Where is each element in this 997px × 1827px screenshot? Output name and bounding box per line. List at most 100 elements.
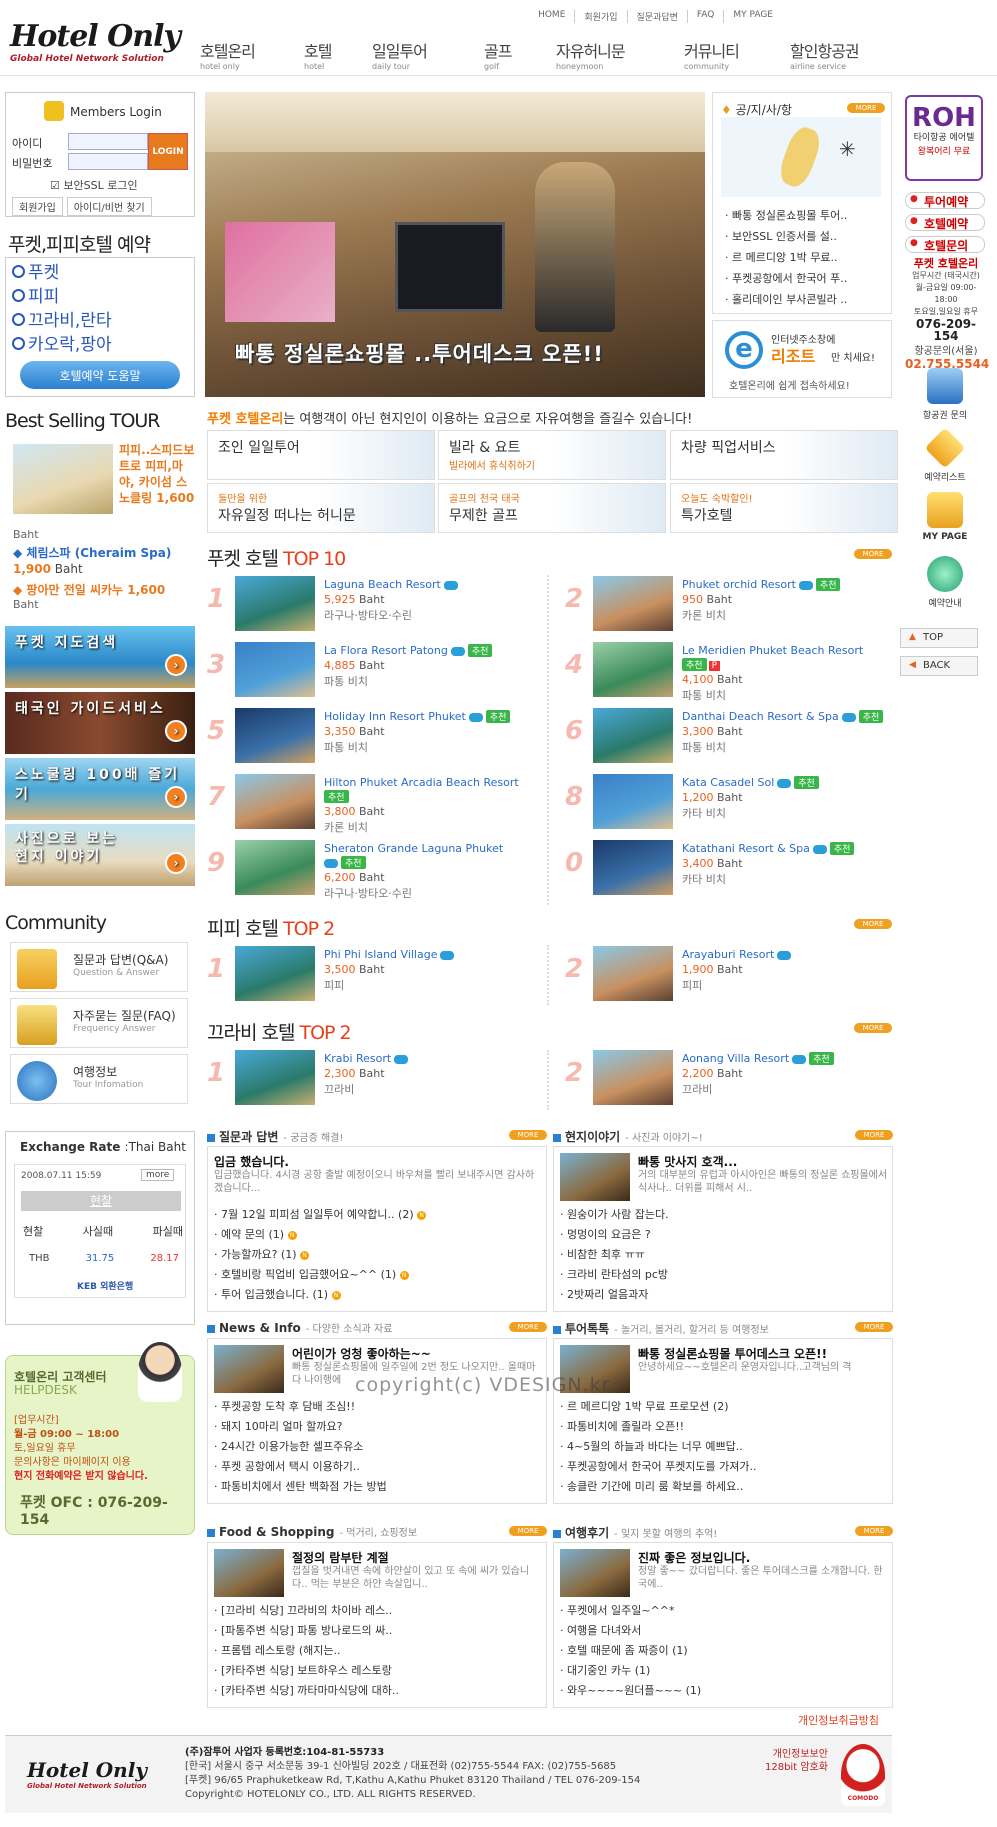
board-item[interactable]: [끄라비 식당] 끄라비의 차이바 레스.. xyxy=(214,1601,540,1621)
board-title[interactable]: 질문과 답변 - 궁금증 해결! xyxy=(207,1128,547,1144)
util-qa-link[interactable]: 질문과답변 xyxy=(626,10,687,23)
banner-guide-service[interactable]: 태국인 가이드서비스 › xyxy=(5,692,195,754)
best-tour-1[interactable]: 피피..스피드보트로 피피,마야, 카이섬 스노클링 1,600 xyxy=(119,442,195,506)
hotel-photo[interactable] xyxy=(593,840,673,895)
banner-snorkeling[interactable]: 스노쿨링 100배 즐기기 › xyxy=(5,758,195,820)
comodo-seal[interactable]: COMODO xyxy=(841,1744,885,1806)
hotel-item[interactable]: 6 Danthai Deach Resort & Spa 추천 3,300 Baht 파… xyxy=(565,708,905,766)
hotel-item[interactable]: 2 Aonang Villa Resort 추천 2,200 Baht 끄라비 xyxy=(565,1050,905,1108)
join-link[interactable]: 회원가입 xyxy=(12,197,63,216)
hotel-item[interactable]: 9 Sheraton Grande Laguna Phuket 추천 6,200 Ba… xyxy=(207,840,547,900)
reserve-help-button[interactable]: 호텔예약 도움말 xyxy=(20,361,180,389)
board-item[interactable]: 송클란 기간에 미리 룸 확보를 하세요.. xyxy=(560,1477,886,1497)
nav-hotelonly[interactable]: 호텔온리 hotel only xyxy=(200,38,304,71)
id-input[interactable] xyxy=(68,133,148,150)
login-button[interactable]: LOGIN xyxy=(148,133,188,170)
hotel-name[interactable]: Laguna Beach Resort xyxy=(324,578,458,591)
hotel-photo[interactable] xyxy=(235,1050,315,1105)
hotel-item[interactable]: 4 Le Meridien Phuket Beach Resort 추천 P 4,100… xyxy=(565,642,905,702)
reservation-list-link[interactable]: 예약리스트 xyxy=(910,427,980,483)
board-item[interactable]: [파통주변 식당] 파통 방나로드의 싸.. xyxy=(214,1621,540,1641)
board-more-button[interactable]: MORE xyxy=(855,1526,893,1536)
board-item[interactable]: 프롬텝 레스토랑 (해지는.. xyxy=(214,1641,540,1661)
scroll-top-button[interactable]: ▲ TOP xyxy=(900,628,978,648)
reserve-khaolak-link[interactable]: 카오락,팡아 xyxy=(12,334,194,357)
reservation-guide-link[interactable]: 예약안내 xyxy=(910,556,980,609)
board-item[interactable]: 호텔비랑 픽업비 입금했어요~^^ (1) N xyxy=(214,1265,540,1285)
password-input[interactable] xyxy=(68,153,148,170)
hotel-photo[interactable] xyxy=(235,708,315,763)
board-item[interactable]: 원숭이가 사람 잡는다. xyxy=(560,1205,886,1225)
nav-hotel[interactable]: 호텔 hotel xyxy=(304,38,372,71)
service-join-tour[interactable]: 조인 일일투어 xyxy=(207,430,435,480)
board-item[interactable]: 4~5월의 하늘과 바다는 너무 예쁘답.. xyxy=(560,1437,886,1457)
board-item[interactable]: 푸켓 공항에서 택시 이용하기.. xyxy=(214,1457,540,1477)
reserve-phiphi-link[interactable]: 피피 xyxy=(12,286,194,309)
banner-map-search[interactable]: 푸켓 지도검색 › xyxy=(5,626,195,688)
service-special-hotel[interactable]: 오늘도 숙박할인! 특가호텔 xyxy=(670,483,898,533)
krabi-more-button[interactable]: MORE xyxy=(854,1023,892,1033)
board-title[interactable]: Food & Shopping - 먹거리, 쇼핑정보 xyxy=(207,1524,547,1540)
board-more-button[interactable]: MORE xyxy=(855,1130,893,1140)
best-tour-2[interactable]: ◆ 체림스파 (Cheraim Spa) xyxy=(13,544,171,561)
hotel-name[interactable]: Phuket orchid Resort 추천 xyxy=(682,578,841,591)
hotel-photo[interactable] xyxy=(235,774,315,829)
board-item[interactable]: 24시간 이용가능한 셀프주유소 xyxy=(214,1437,540,1457)
board-item[interactable]: 7월 12일 피피섬 일일투어 예약합니.. (2) N xyxy=(214,1205,540,1225)
board-item[interactable]: 푸켓공항 도착 후 담배 조심!! xyxy=(214,1397,540,1417)
hotel-photo[interactable] xyxy=(593,576,673,631)
board-title[interactable]: 투어톡톡 - 놀거리, 볼거리, 할거리 등 여행정보 xyxy=(553,1320,893,1336)
hotel-name[interactable]: Arayaburi Resort xyxy=(682,948,792,961)
board-item[interactable]: 여행을 다녀와서 xyxy=(560,1621,886,1641)
tour-reserve-button[interactable]: 투어예약 xyxy=(905,192,985,209)
board-item[interactable]: 파통비치에 졸릴라 오픈!! xyxy=(560,1417,886,1437)
board-item[interactable]: 푸켓에서 일주일~^^* xyxy=(560,1601,886,1621)
board-item[interactable]: 르 메르디앙 1박 무료 프로모션 (2) xyxy=(560,1397,886,1417)
hotel-photo[interactable] xyxy=(593,642,673,697)
resort-url-banner[interactable]: e 인터넷주소창에 리조트 만 치세요! 호텔온리에 쉽게 접속하세요! xyxy=(712,320,892,398)
board-more-button[interactable]: MORE xyxy=(509,1322,547,1332)
hotel-photo[interactable] xyxy=(593,1050,673,1105)
airline-inquiry-link[interactable]: 항공권 문의 xyxy=(910,368,980,421)
reserve-krabi-link[interactable]: 끄라비,란타 xyxy=(12,310,194,333)
board-item[interactable]: 돼지 10마리 얼마 할까요? xyxy=(214,1417,540,1437)
hotel-item[interactable]: 1 Krabi Resort 2,300 Baht 끄라비 xyxy=(207,1050,547,1108)
hotel-name[interactable]: Danthai Deach Resort & Spa 추천 xyxy=(682,710,884,723)
hotel-item[interactable]: 5 Holiday Inn Resort Phuket 추천 3,350 Baht 파통… xyxy=(207,708,547,766)
notice-item[interactable]: 르 메르디앙 1박 무료.. xyxy=(725,247,847,268)
back-button[interactable]: ◀ BACK xyxy=(900,656,978,676)
site-logo[interactable]: Hotel Only Global Hotel Network Solution xyxy=(10,20,190,68)
service-honeymoon[interactable]: 둘만을 위한 자유일정 떠나는 허니문 xyxy=(207,483,435,533)
hotel-item[interactable]: 0 Katathani Resort & Spa 추천 3,400 Baht 카타 비치 xyxy=(565,840,905,898)
hotel-item[interactable]: 2 Arayaburi Resort 1,900 Baht 피피 xyxy=(565,946,905,1004)
hotel-inquiry-button[interactable]: 호텔문의 xyxy=(905,236,985,253)
notice-item[interactable]: 푸켓공항에서 한국어 푸.. xyxy=(725,268,847,289)
reserve-phuket-link[interactable]: 푸켓 xyxy=(12,262,194,285)
board-item[interactable]: 와우~~~~원더플~~~ (1) xyxy=(560,1681,886,1701)
hotel-reserve-button[interactable]: 호텔예약 xyxy=(905,214,985,231)
hotel-name[interactable]: Krabi Resort xyxy=(324,1052,409,1065)
board-title[interactable]: News & Info - 다양한 소식과 자료 xyxy=(207,1320,547,1336)
footer-logo[interactable]: Hotel Only xyxy=(27,1758,147,1782)
nav-daily-tour[interactable]: 일일투어 daily tour xyxy=(372,38,484,71)
util-faq-link[interactable]: FAQ xyxy=(686,10,723,23)
board-item[interactable]: 2밧짜리 얼음과자 xyxy=(560,1285,886,1305)
hotel-photo[interactable] xyxy=(235,642,315,697)
board-more-button[interactable]: MORE xyxy=(855,1322,893,1332)
board-item[interactable]: [카타주변 식당] 까타마마식당에 대하.. xyxy=(214,1681,540,1701)
board-item[interactable]: 가능할까요? (1) N xyxy=(214,1245,540,1265)
best-tour-3[interactable]: ◆ 팡아만 전일 씨카누 1,600 xyxy=(13,581,165,598)
board-item[interactable]: [카타주변 식당] 보트하우스 레스토랑 xyxy=(214,1661,540,1681)
hotel-photo[interactable] xyxy=(235,840,315,895)
hotel-photo[interactable] xyxy=(235,576,315,631)
notice-item[interactable]: 빠통 정실론쇼핑몰 투어.. xyxy=(725,205,847,226)
find-account-link[interactable]: 아이디/비번 찾기 xyxy=(66,197,152,216)
banner-photo-story[interactable]: 사진으로 보는 현지 이야기 › xyxy=(5,824,195,886)
hotel-item[interactable]: 7 Hilton Phuket Arcadia Beach Resort 추천 3,8… xyxy=(207,774,547,834)
notice-item[interactable]: 홀리데이인 부사콘빌라 .. xyxy=(725,289,847,310)
board-item[interactable]: 멍멍이의 요금은 ? xyxy=(560,1225,886,1245)
board-item[interactable]: 푸켓공항에서 한국어 푸켓지도를 가져가.. xyxy=(560,1457,886,1477)
util-mypage-link[interactable]: MY PAGE xyxy=(723,10,782,23)
hotel-name[interactable]: Katathani Resort & Spa 추천 xyxy=(682,842,855,855)
community-qa[interactable]: 질문과 답변(Q&A) Question & Answer xyxy=(10,942,188,992)
